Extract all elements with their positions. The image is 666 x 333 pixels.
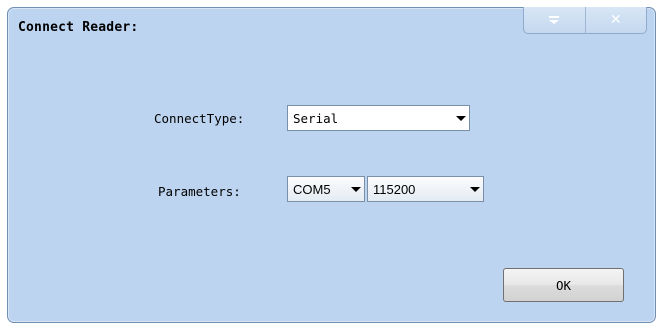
port-select[interactable]: COM5 [287,176,365,202]
dialog-title: Connect Reader: [18,20,139,35]
chevron-down-icon [467,177,483,201]
close-icon: ✕ [609,12,622,28]
menu-dropdown-icon [549,16,560,24]
chevron-down-icon [453,106,469,130]
ok-button[interactable]: OK [503,268,624,302]
parameters-label: Parameters: [158,184,241,199]
connect-type-label: ConnectType: [154,111,245,126]
baud-rate-select[interactable]: 115200 [367,176,484,202]
caption-buttons: ✕ [523,7,647,34]
close-button[interactable]: ✕ [584,7,647,33]
menu-button[interactable] [524,7,585,33]
chevron-down-icon [348,177,364,201]
baud-rate-value: 115200 [373,181,416,197]
connect-type-select[interactable]: Serial [287,105,470,131]
connect-type-value: Serial [293,110,339,126]
port-value: COM5 [293,181,331,197]
